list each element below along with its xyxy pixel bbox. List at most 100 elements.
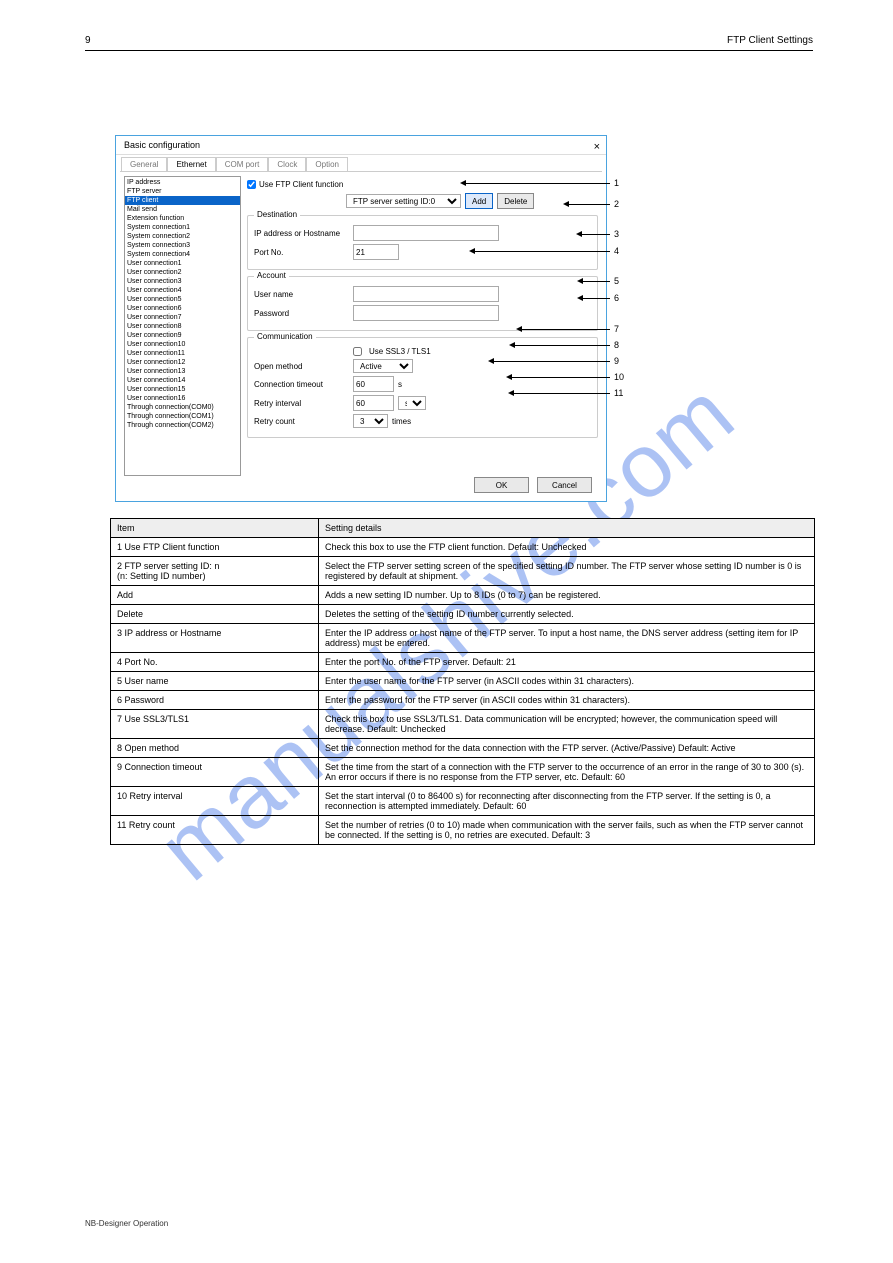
list-item[interactable]: User connection5 <box>125 295 240 304</box>
tab-general[interactable]: General <box>121 157 167 171</box>
table-header-item: Item <box>111 519 319 538</box>
item-cell: 9 Connection timeout <box>111 758 319 787</box>
list-item[interactable]: User connection1 <box>125 259 240 268</box>
item-cell: 1 Use FTP Client function <box>111 538 319 557</box>
tab-clock[interactable]: Clock <box>268 157 306 171</box>
pass-label: Password <box>254 309 349 318</box>
detail-cell: Deletes the setting of the setting ID nu… <box>319 605 815 624</box>
table-header-details: Setting details <box>319 519 815 538</box>
list-item[interactable]: User connection12 <box>125 358 240 367</box>
table-row: 6 PasswordEnter the password for the FTP… <box>111 691 815 710</box>
use-ftp-client-checkbox[interactable] <box>247 180 256 189</box>
list-item[interactable]: System connection1 <box>125 223 240 232</box>
password-input[interactable] <box>353 305 499 321</box>
username-input[interactable] <box>353 286 499 302</box>
list-item[interactable]: FTP client <box>125 196 240 205</box>
list-item[interactable]: User connection13 <box>125 367 240 376</box>
callout-8: 8 <box>614 340 619 350</box>
account-group-title: Account <box>254 271 289 280</box>
table-row: 9 Connection timeoutSet the time from th… <box>111 758 815 787</box>
item-cell: 4 Port No. <box>111 653 319 672</box>
detail-cell: Adds a new setting ID number. Up to 8 ID… <box>319 586 815 605</box>
dialog-title: Basic configuration × <box>116 136 606 155</box>
list-item[interactable]: User connection16 <box>125 394 240 403</box>
list-item[interactable]: System connection3 <box>125 241 240 250</box>
callout-11: 11 <box>614 388 623 398</box>
open-method-select[interactable]: Active <box>353 359 413 373</box>
use-ssl-label: Use SSL3 / TLS1 <box>369 347 431 356</box>
dialog-basic-config: Basic configuration × General Ethernet C… <box>115 135 607 502</box>
item-cell: 10 Retry interval <box>111 787 319 816</box>
list-item[interactable]: IP address <box>125 178 240 187</box>
settings-table: ItemSetting details 1 Use FTP Client fun… <box>110 518 815 845</box>
detail-cell: Set the number of retries (0 to 10) made… <box>319 816 815 845</box>
ip-address-input[interactable] <box>353 225 499 241</box>
callout-9: 9 <box>614 356 619 366</box>
detail-cell: Enter the user name for the FTP server (… <box>319 672 815 691</box>
add-button[interactable]: Add <box>465 193 493 209</box>
ftp-server-setting-id-select[interactable]: FTP server setting ID:0 <box>346 194 461 208</box>
list-item[interactable]: Through connection(COM1) <box>125 412 240 421</box>
item-cell: 6 Password <box>111 691 319 710</box>
list-item[interactable]: User connection11 <box>125 349 240 358</box>
timeout-unit: s <box>398 380 402 389</box>
list-item[interactable]: User connection14 <box>125 376 240 385</box>
tab-ethernet[interactable]: Ethernet <box>167 157 215 171</box>
list-item[interactable]: User connection15 <box>125 385 240 394</box>
detail-cell: Set the start interval (0 to 86400 s) fo… <box>319 787 815 816</box>
table-row: 3 IP address or HostnameEnter the IP add… <box>111 624 815 653</box>
detail-cell: Set the time from the start of a connect… <box>319 758 815 787</box>
arrow-icon <box>510 393 610 394</box>
timeout-input[interactable] <box>353 376 394 392</box>
arrow-icon <box>579 281 610 282</box>
detail-cell: Check this box to use the FTP client fun… <box>319 538 815 557</box>
list-item[interactable]: User connection6 <box>125 304 240 313</box>
detail-cell: Select the FTP server setting screen of … <box>319 557 815 586</box>
use-ftp-client-label: Use FTP Client function <box>259 180 343 189</box>
item-cell: 8 Open method <box>111 739 319 758</box>
list-item[interactable]: Through connection(COM0) <box>125 403 240 412</box>
close-icon[interactable]: × <box>594 138 600 156</box>
table-row: 8 Open methodSet the connection method f… <box>111 739 815 758</box>
table-row: 5 User nameEnter the user name for the F… <box>111 672 815 691</box>
retry-count-label: Retry count <box>254 417 349 426</box>
table-row: 4 Port No.Enter the port No. of the FTP … <box>111 653 815 672</box>
item-cell: 7 Use SSL3/TLS1 <box>111 710 319 739</box>
retry-interval-unit-select[interactable]: s <box>398 396 426 410</box>
cancel-button[interactable]: Cancel <box>537 477 592 493</box>
list-item[interactable]: Through connection(COM2) <box>125 421 240 430</box>
callout-1: 1 <box>614 178 619 188</box>
table-row: 1 Use FTP Client functionCheck this box … <box>111 538 815 557</box>
port-input[interactable] <box>353 244 399 260</box>
list-item[interactable]: FTP server <box>125 187 240 196</box>
delete-button[interactable]: Delete <box>497 193 534 209</box>
detail-cell: Set the connection method for the data c… <box>319 739 815 758</box>
destination-group-title: Destination <box>254 210 300 219</box>
section-title: FTP Client Settings <box>727 35 813 46</box>
list-item[interactable]: User connection8 <box>125 322 240 331</box>
table-row: 11 Retry countSet the number of retries … <box>111 816 815 845</box>
item-cell: Add <box>111 586 319 605</box>
list-item[interactable]: User connection10 <box>125 340 240 349</box>
tab-comport[interactable]: COM port <box>216 157 269 171</box>
list-item[interactable]: Mail send <box>125 205 240 214</box>
list-item[interactable]: User connection9 <box>125 331 240 340</box>
ok-button[interactable]: OK <box>474 477 529 493</box>
list-item[interactable]: Extension function <box>125 214 240 223</box>
retry-interval-input[interactable] <box>353 395 394 411</box>
retry-count-select[interactable]: 3 <box>353 414 388 428</box>
detail-cell: Enter the port No. of the FTP server. De… <box>319 653 815 672</box>
list-item[interactable]: System connection2 <box>125 232 240 241</box>
arrow-icon <box>490 361 610 362</box>
tab-option[interactable]: Option <box>306 157 348 171</box>
arrow-icon <box>511 345 610 346</box>
use-ssl-checkbox[interactable] <box>353 347 362 356</box>
list-item[interactable]: User connection4 <box>125 286 240 295</box>
list-item[interactable]: User connection3 <box>125 277 240 286</box>
callout-6: 6 <box>614 293 619 303</box>
list-item[interactable]: User connection2 <box>125 268 240 277</box>
list-item[interactable]: User connection7 <box>125 313 240 322</box>
callout-2: 2 <box>614 199 619 209</box>
nav-list[interactable]: IP addressFTP serverFTP clientMail sendE… <box>124 176 241 476</box>
list-item[interactable]: System connection4 <box>125 250 240 259</box>
